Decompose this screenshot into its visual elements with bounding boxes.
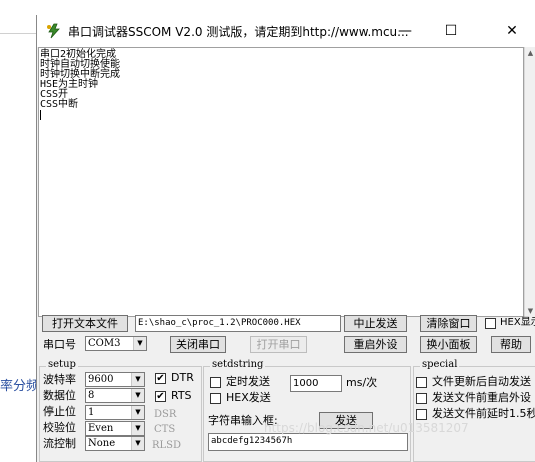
close-port-button[interactable]: 关闭串口 <box>170 336 226 353</box>
file-path-field[interactable]: E:\shao_c\proc_1.2\PROC000.HEX <box>135 315 341 332</box>
open-port-button[interactable]: 打开串口 <box>250 336 307 353</box>
restart-peripheral-button[interactable]: 重启外设 <box>344 336 407 353</box>
auto-send-after-update-label: 文件更新后自动发送 <box>432 375 531 388</box>
scroll-down-icon[interactable]: ▼ <box>525 307 535 315</box>
data-bits-value: 8 <box>88 390 95 401</box>
restart-before-send-label: 发送文件前重启外设 <box>432 391 531 404</box>
text-caret <box>40 110 41 120</box>
background-text: 率分频 <box>0 379 40 394</box>
data-bits-label: 数据位 <box>43 389 76 402</box>
app-icon <box>47 23 60 39</box>
open-file-button[interactable]: 打开文本文件 <box>42 315 128 332</box>
close-button[interactable]: ✕ <box>489 15 535 47</box>
stop-bits-select[interactable]: 1 ▼ <box>85 405 145 420</box>
baud-value: 9600 <box>88 374 114 385</box>
dtr-label: DTR <box>171 371 194 384</box>
receive-line: CSS开 <box>40 89 69 100</box>
dsr-indicator: DSR <box>154 409 177 420</box>
restart-before-send-checkbox[interactable] <box>416 393 427 404</box>
port-label: 串口号 <box>43 338 76 351</box>
special-title: special <box>420 359 460 370</box>
setup-title: setup <box>46 359 78 370</box>
watermark: https://blog.csdn.net/u013581207 <box>264 421 469 435</box>
flow-control-label: 流控制 <box>43 437 76 450</box>
dtr-checkbox[interactable]: ✔ <box>155 373 166 384</box>
delay-before-send-checkbox[interactable] <box>416 409 427 420</box>
vertical-scrollbar[interactable]: ▲ ▼ <box>524 47 535 317</box>
chevron-down-icon[interactable]: ▼ <box>131 437 144 450</box>
interval-unit: ms/次 <box>346 376 378 389</box>
parity-select[interactable]: Even ▼ <box>85 421 145 436</box>
chevron-down-icon[interactable]: ▼ <box>131 422 144 435</box>
delay-before-send-label: 发送文件前延时1.5秒 <box>432 407 535 420</box>
receive-line: 时钟切换中断完成 <box>40 69 120 80</box>
port-select[interactable]: COM3 ▼ <box>85 336 147 351</box>
maximize-button[interactable]: ☐ <box>428 15 474 47</box>
hex-display-label: HEX显示 <box>500 317 535 328</box>
help-button[interactable]: 帮助 <box>491 336 531 353</box>
scroll-up-icon[interactable]: ▲ <box>525 49 535 57</box>
stop-bits-label: 停止位 <box>43 405 76 418</box>
flow-control-value: None <box>88 438 116 449</box>
receive-line: HSE为主时钟 <box>40 79 99 90</box>
data-bits-select[interactable]: 8 ▼ <box>85 388 145 403</box>
abort-send-button[interactable]: 中止发送 <box>344 315 407 332</box>
hex-send-label: HEX发送 <box>226 391 271 404</box>
clear-window-button[interactable]: 清除窗口 <box>420 315 477 332</box>
background-divider <box>0 33 36 34</box>
stop-bits-value: 1 <box>88 407 95 418</box>
chevron-down-icon[interactable]: ▼ <box>131 406 144 419</box>
receive-line: CSS中断 <box>40 99 79 110</box>
hex-send-checkbox[interactable] <box>210 393 221 404</box>
port-value: COM3 <box>88 338 121 349</box>
cts-indicator: CTS <box>154 424 176 435</box>
title-bar[interactable]: 串口调试器SSCOM V2.0 测试版，请定期到http://www.mcu..… <box>37 15 535 47</box>
hex-display-checkbox[interactable] <box>485 318 496 329</box>
flow-control-select[interactable]: None ▼ <box>85 436 145 451</box>
baud-label: 波特率 <box>43 373 76 386</box>
small-panel-button[interactable]: 换小面板 <box>420 336 477 353</box>
auto-send-after-update-checkbox[interactable] <box>416 377 427 388</box>
rts-checkbox[interactable]: ✔ <box>155 391 166 402</box>
setdstring-title: setdstring <box>210 359 266 370</box>
parity-value: Even <box>88 423 114 434</box>
receive-area[interactable]: 串口2初始化完成 时钟自动切换使能 时钟切换中断完成 HSE为主时钟 CSS开 … <box>38 47 524 317</box>
interval-input[interactable]: 1000 <box>290 375 342 392</box>
window-title: 串口调试器SSCOM V2.0 测试版，请定期到http://www.mcu..… <box>68 25 409 39</box>
rlsd-indicator: RLSD <box>152 440 182 451</box>
string-input[interactable]: abcdefg1234567h <box>208 433 408 451</box>
baud-select[interactable]: 9600 ▼ <box>85 372 145 387</box>
chevron-down-icon[interactable]: ▼ <box>131 389 144 402</box>
sscom-window: 串口调试器SSCOM V2.0 测试版，请定期到http://www.mcu..… <box>36 15 535 462</box>
parity-label: 校验位 <box>43 421 76 434</box>
timed-send-checkbox[interactable] <box>210 377 221 388</box>
rts-label: RTS <box>171 389 192 402</box>
chevron-down-icon[interactable]: ▼ <box>133 337 146 350</box>
timed-send-label: 定时发送 <box>226 375 270 388</box>
minimize-button[interactable]: — <box>382 15 428 47</box>
chevron-down-icon[interactable]: ▼ <box>131 373 144 386</box>
